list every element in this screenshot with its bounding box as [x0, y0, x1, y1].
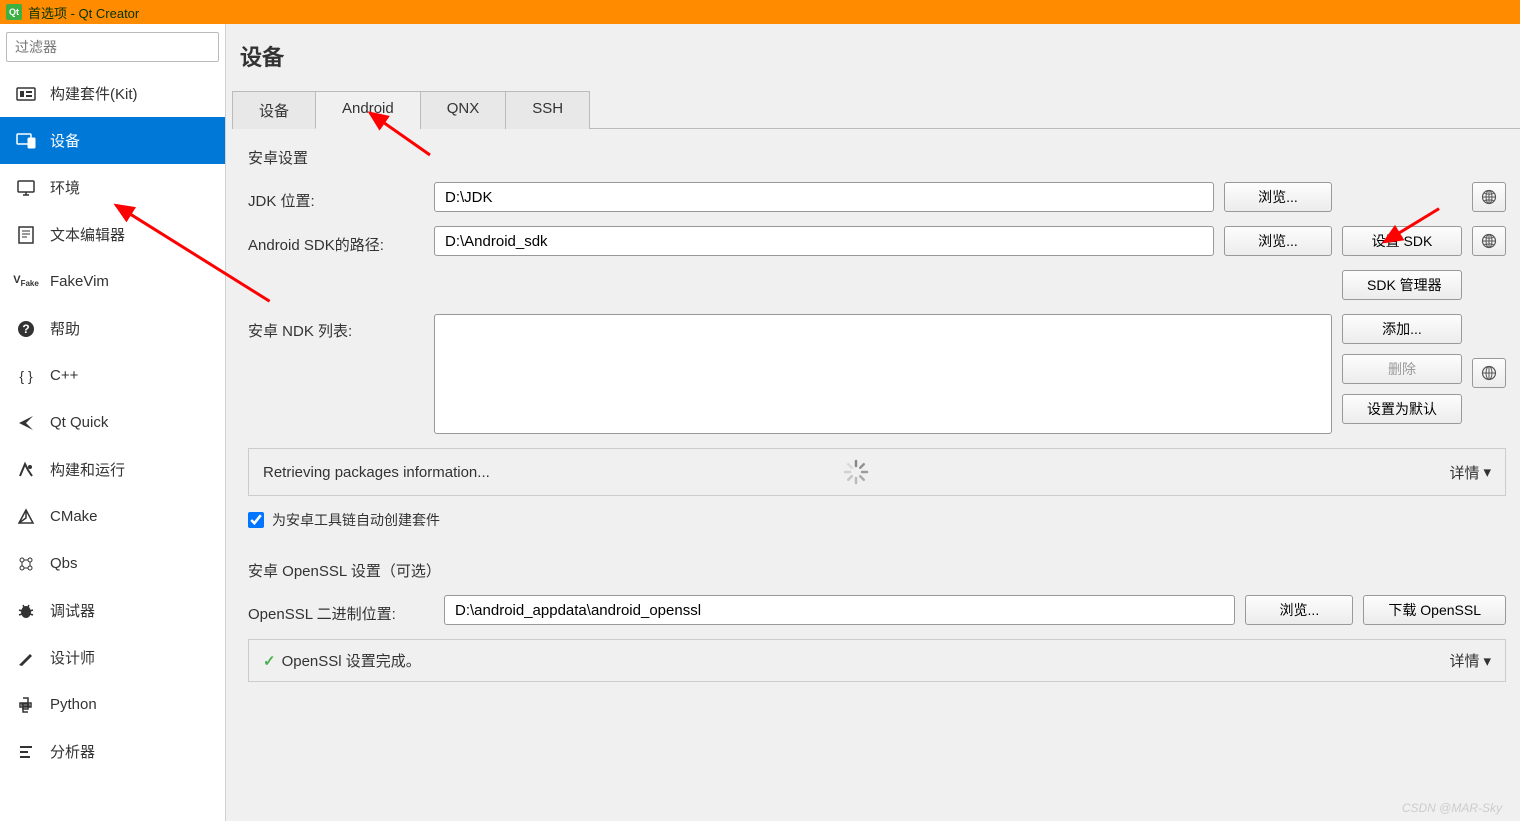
- sidebar-item-monitor[interactable]: 环境: [0, 164, 225, 211]
- tabs: 设备AndroidQNXSSH: [232, 90, 1520, 129]
- sidebar-item-cmake[interactable]: CMake: [0, 493, 225, 540]
- sidebar-item-debug[interactable]: 调试器: [0, 587, 225, 634]
- tab-设备[interactable]: 设备: [232, 91, 316, 129]
- auto-kit-checkbox[interactable]: [248, 512, 264, 528]
- jdk-input[interactable]: [434, 182, 1214, 212]
- sidebar-item-cpp[interactable]: { } C++: [0, 352, 225, 399]
- sidebar-item-kit[interactable]: 构建套件(Kit): [0, 70, 225, 117]
- vim-icon: VFake: [14, 272, 38, 292]
- svg-text:?: ?: [22, 322, 29, 336]
- android-section-title: 安卓设置: [248, 147, 1506, 168]
- content-area: 设备 设备AndroidQNXSSH 安卓设置 JDK 位置: 浏览... An…: [226, 24, 1520, 821]
- spinner-icon: [843, 459, 869, 485]
- sidebar-item-device[interactable]: 设备: [0, 117, 225, 164]
- tab-ssh[interactable]: SSH: [505, 91, 590, 129]
- sdk-input[interactable]: [434, 226, 1214, 256]
- sidebar-item-label: C++: [50, 367, 78, 384]
- jdk-globe-button[interactable]: [1472, 182, 1506, 212]
- sidebar-list: 构建套件(Kit) 设备环境文本编辑器 VFake FakeVim? 帮助 { } C++ Q…: [0, 70, 225, 821]
- sidebar-item-help[interactable]: ? 帮助: [0, 305, 225, 352]
- ndk-remove-button[interactable]: 删除: [1342, 354, 1462, 384]
- sidebar-item-analyze[interactable]: 分析器: [0, 728, 225, 775]
- sidebar-item-text[interactable]: 文本编辑器: [0, 211, 225, 258]
- status-text: Retrieving packages information...: [263, 464, 843, 481]
- sidebar-item-label: 环境: [50, 177, 80, 198]
- openssl-status-row: ✓ OpenSSl 设置完成。 详情 ▾: [248, 639, 1506, 682]
- sidebar-item-python[interactable]: Python: [0, 681, 225, 728]
- sidebar-item-label: 构建套件(Kit): [50, 83, 138, 104]
- sdk-label: Android SDK的路径:: [248, 228, 424, 255]
- qbs-icon: [14, 554, 38, 574]
- device-icon: [14, 131, 38, 151]
- openssl-section-title: 安卓 OpenSSL 设置（可选）: [248, 560, 1506, 581]
- sidebar-item-label: 分析器: [50, 741, 95, 762]
- kit-icon: [14, 84, 38, 104]
- chevron-down-icon: ▾: [1483, 463, 1491, 481]
- openssl-download-button[interactable]: 下载 OpenSSL: [1363, 595, 1506, 625]
- openssl-status-text: OpenSSl 设置完成。: [282, 650, 421, 671]
- cpp-icon: { }: [14, 366, 38, 386]
- cmake-icon: [14, 507, 38, 527]
- sdk-globe-button[interactable]: [1472, 226, 1506, 256]
- help-icon: ?: [14, 319, 38, 339]
- sdk-manager-button[interactable]: SDK 管理器: [1342, 270, 1462, 300]
- analyze-icon: [14, 742, 38, 762]
- build-icon: [14, 460, 38, 480]
- openssl-details-dropdown[interactable]: 详情 ▾: [1449, 650, 1491, 671]
- window-title: 首选项 - Qt Creator: [28, 3, 139, 22]
- sidebar-item-label: Python: [50, 696, 97, 713]
- sidebar-item-label: Qbs: [50, 555, 78, 572]
- chevron-down-icon: ▾: [1483, 652, 1491, 670]
- ndk-list[interactable]: [434, 314, 1332, 434]
- jdk-label: JDK 位置:: [248, 184, 424, 211]
- tab-content-android: 安卓设置 JDK 位置: 浏览... Android SDK的路径: 浏览...…: [226, 129, 1520, 821]
- details-dropdown[interactable]: 详情 ▾: [1449, 462, 1491, 483]
- sidebar-item-build[interactable]: 构建和运行: [0, 446, 225, 493]
- jdk-browse-button[interactable]: 浏览...: [1224, 182, 1332, 212]
- checkmark-icon: ✓: [263, 652, 276, 670]
- filter-input[interactable]: [6, 32, 219, 62]
- python-icon: [14, 695, 38, 715]
- tab-android[interactable]: Android: [315, 91, 421, 129]
- auto-kit-label: 为安卓工具链自动创建套件: [272, 510, 440, 530]
- sidebar-item-vim[interactable]: VFake FakeVim: [0, 258, 225, 305]
- sidebar-item-label: CMake: [50, 508, 98, 525]
- sidebar-item-label: FakeVim: [50, 273, 109, 290]
- sidebar-item-label: 帮助: [50, 318, 80, 339]
- page-title: 设备: [226, 24, 1520, 90]
- quick-icon: [14, 413, 38, 433]
- sidebar-item-label: Qt Quick: [50, 414, 108, 431]
- sidebar-item-label: 设备: [50, 130, 80, 151]
- design-icon: [14, 648, 38, 668]
- watermark: CSDN @MAR-Sky: [1402, 801, 1502, 815]
- tab-qnx[interactable]: QNX: [420, 91, 507, 129]
- ndk-add-button[interactable]: 添加...: [1342, 314, 1462, 344]
- sidebar-item-label: 构建和运行: [50, 459, 125, 480]
- debug-icon: [14, 601, 38, 621]
- text-icon: [14, 225, 38, 245]
- sidebar-item-design[interactable]: 设计师: [0, 634, 225, 681]
- titlebar: Qt 首选项 - Qt Creator: [0, 0, 1520, 24]
- ndk-default-button[interactable]: 设置为默认: [1342, 394, 1462, 424]
- monitor-icon: [14, 178, 38, 198]
- sidebar-item-label: 调试器: [50, 600, 95, 621]
- ndk-globe-button[interactable]: [1472, 358, 1506, 388]
- setup-sdk-button[interactable]: 设置 SDK: [1342, 226, 1462, 256]
- sidebar: 构建套件(Kit) 设备环境文本编辑器 VFake FakeVim? 帮助 { } C++ Q…: [0, 24, 226, 821]
- sidebar-item-quick[interactable]: Qt Quick: [0, 399, 225, 446]
- openssl-browse-button[interactable]: 浏览...: [1245, 595, 1353, 625]
- ndk-label: 安卓 NDK 列表:: [248, 314, 424, 341]
- sidebar-item-label: 设计师: [50, 647, 95, 668]
- openssl-input[interactable]: [444, 595, 1235, 625]
- sdk-browse-button[interactable]: 浏览...: [1224, 226, 1332, 256]
- sidebar-item-label: 文本编辑器: [50, 224, 125, 245]
- sidebar-item-qbs[interactable]: Qbs: [0, 540, 225, 587]
- openssl-label: OpenSSL 二进制位置:: [248, 597, 434, 624]
- status-row: Retrieving packages information... 详情 ▾: [248, 448, 1506, 496]
- app-icon: Qt: [6, 4, 22, 20]
